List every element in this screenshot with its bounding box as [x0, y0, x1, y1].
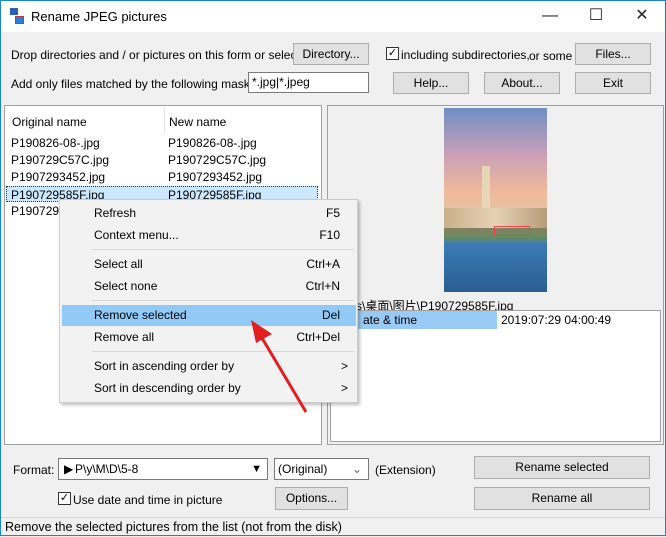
- red-arrow-annotation: [251, 320, 308, 413]
